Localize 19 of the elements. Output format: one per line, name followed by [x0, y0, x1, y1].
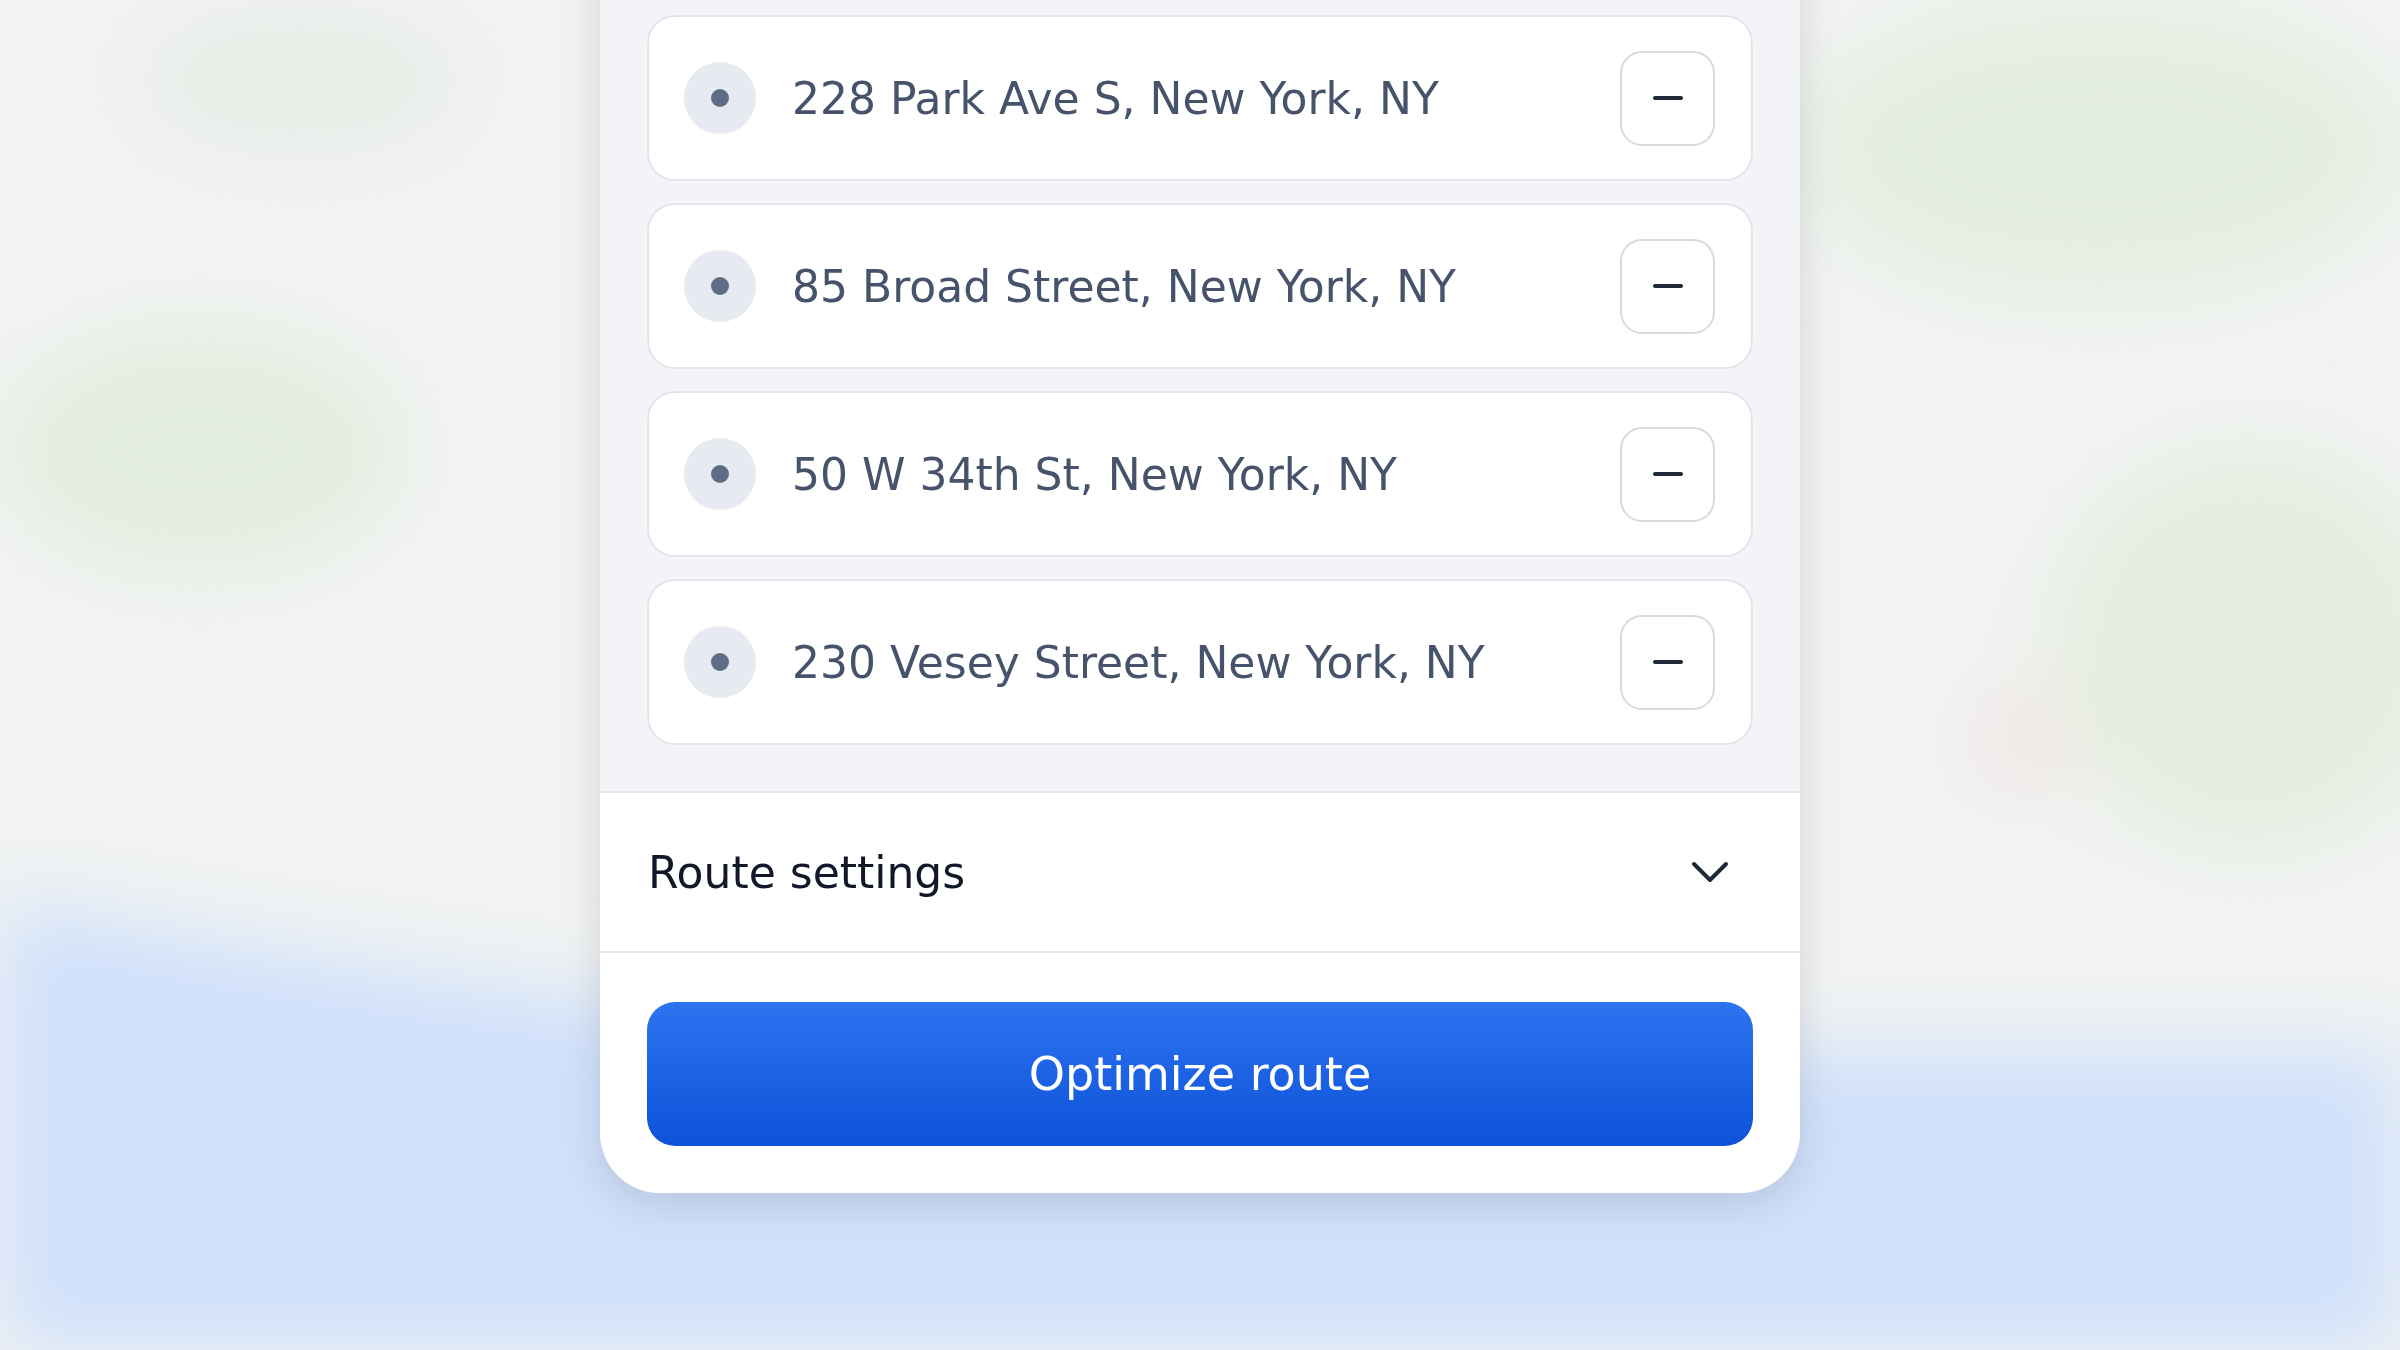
stop-address: 85 Broad Street, New York, NY	[792, 260, 1457, 312]
stop-address: 228 Park Ave S, New York, NY	[792, 72, 1440, 124]
remove-button[interactable]	[1620, 614, 1715, 710]
minus-icon	[1652, 660, 1683, 664]
stop-marker-icon	[684, 250, 756, 322]
stop-address: 230 Vesey Street, New York, NY	[792, 636, 1486, 688]
stop-marker-icon	[684, 62, 756, 134]
minus-icon	[1652, 472, 1683, 476]
route-settings-toggle[interactable]: Route settings	[600, 793, 1800, 953]
minus-icon	[1652, 284, 1683, 288]
optimize-route-button[interactable]: Optimize route	[647, 1002, 1753, 1146]
route-settings-label: Route settings	[648, 846, 966, 898]
stop-address: 50 W 34th St, New York, NY	[792, 448, 1398, 500]
remove-button[interactable]	[1620, 426, 1715, 522]
stop-marker-icon	[684, 626, 756, 698]
remove-button[interactable]	[1620, 50, 1715, 146]
stop-marker-icon	[684, 438, 756, 510]
minus-icon	[1652, 96, 1683, 100]
remove-button[interactable]	[1620, 238, 1715, 334]
